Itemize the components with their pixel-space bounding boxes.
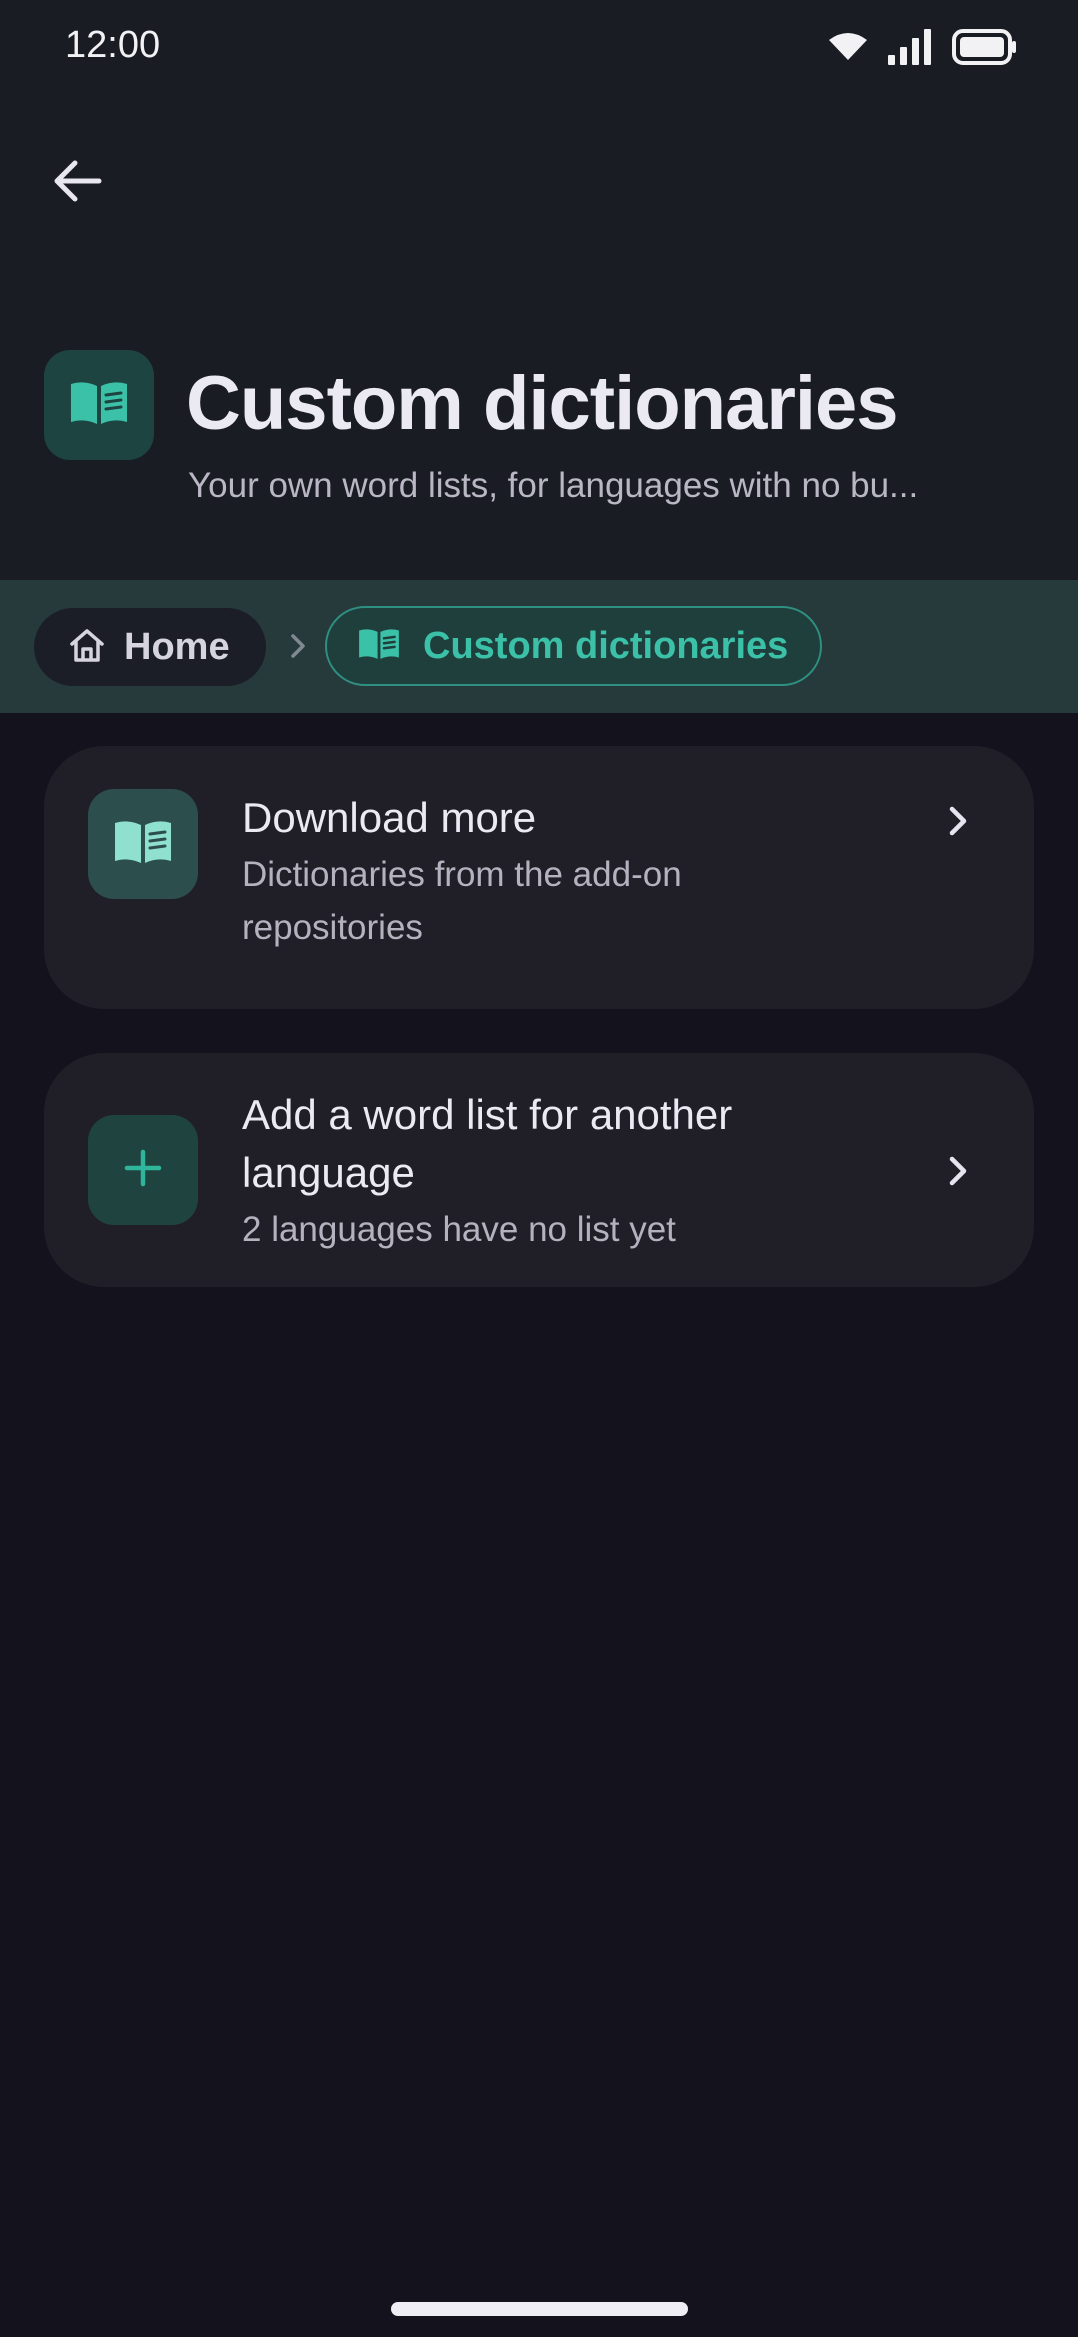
back-button[interactable]: [40, 146, 114, 220]
chevron-right-icon: [942, 1151, 974, 1191]
add-word-list-card[interactable]: Add a word list for another language 2 l…: [44, 1053, 1034, 1287]
breadcrumb-home-label: Home: [124, 625, 230, 668]
page-subtitle: Your own word lists, for languages with …: [188, 466, 919, 505]
page-title: Custom dictionaries: [186, 361, 899, 446]
breadcrumb-current-label: Custom dictionaries: [423, 624, 789, 667]
signal-icon: [888, 28, 932, 70]
card-icon-tile: [88, 789, 198, 899]
breadcrumb-current[interactable]: Custom dictionaries: [325, 606, 822, 686]
card-title: Add a word list for another language: [242, 1091, 733, 1196]
arrow-left-icon: [51, 159, 103, 208]
book-icon: [68, 380, 130, 431]
status-icons: [828, 28, 1018, 70]
card-description: 2 languages have no list yet: [242, 1210, 676, 1249]
chevron-right-icon: [942, 801, 974, 841]
wifi-icon: [828, 32, 868, 67]
battery-icon: [952, 28, 1018, 70]
card-title: Download more: [242, 794, 537, 841]
chevron-right-icon: [282, 628, 312, 664]
book-icon: [357, 627, 401, 666]
status-bar: 12:00: [0, 0, 1078, 100]
book-icon: [112, 819, 174, 870]
home-indicator[interactable]: [391, 2302, 688, 2316]
top-area: 12:00 Custom dictionaries Your own word …: [0, 0, 1078, 580]
breadcrumb-home[interactable]: Home: [34, 608, 266, 686]
header-icon-tile: [44, 350, 154, 460]
home-icon: [68, 627, 106, 668]
screen: 12:00 Custom dictionaries Your own word …: [0, 0, 1078, 2337]
card-description: Dictionaries from the add-on repositorie…: [242, 855, 682, 947]
status-time: 12:00: [65, 24, 161, 66]
breadcrumb: Home Custom dictionaries: [0, 580, 1078, 713]
download-more-card[interactable]: Download more Dictionaries from the add-…: [44, 746, 1034, 1009]
plus-icon: [121, 1146, 165, 1195]
card-icon-tile: [88, 1115, 198, 1225]
